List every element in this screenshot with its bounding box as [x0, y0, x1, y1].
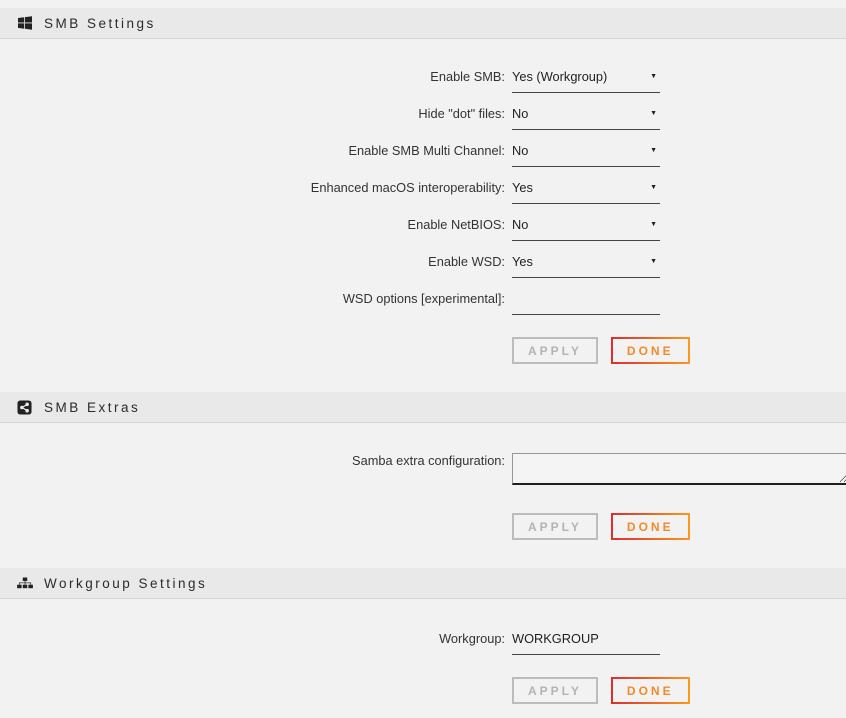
field-label: Workgroup: [0, 631, 505, 647]
field-row-wsd-options: WSD options [experimental]: [0, 291, 846, 315]
field-label: Enable WSD: [0, 254, 505, 270]
field-row-samba-extra: Samba extra configuration: [0, 453, 846, 485]
samba-extra-config-input[interactable] [512, 453, 846, 485]
done-button[interactable]: DONE [611, 513, 690, 540]
field-label: Enable SMB: [0, 69, 505, 85]
apply-button[interactable]: APPLY [512, 677, 598, 704]
chevron-down-icon: ▼ [650, 217, 660, 233]
field-label: Enable NetBIOS: [0, 217, 505, 233]
field-row-hide-dot-files: Hide "dot" files: No ▼ [0, 106, 846, 130]
wsd-select[interactable]: Yes ▼ [512, 254, 660, 278]
hide-dot-files-select[interactable]: No ▼ [512, 106, 660, 130]
chevron-down-icon: ▼ [650, 180, 660, 196]
workgroup-settings-header: Workgroup Settings [0, 568, 846, 599]
smb-extras-form: Samba extra configuration: APPLY DONE [0, 453, 846, 540]
netbios-select[interactable]: No ▼ [512, 217, 660, 241]
chevron-down-icon: ▼ [650, 254, 660, 270]
smb-settings-buttons: APPLY DONE [512, 337, 846, 364]
done-button[interactable]: DONE [611, 337, 690, 364]
field-row-netbios: Enable NetBIOS: No ▼ [0, 217, 846, 241]
chevron-down-icon: ▼ [650, 143, 660, 159]
section-title: SMB Extras [44, 400, 140, 415]
workgroup-settings-form: Workgroup: WORKGROUP APPLY DONE [0, 631, 846, 704]
workgroup-input[interactable]: WORKGROUP [512, 631, 660, 655]
workgroup-buttons: APPLY DONE [512, 677, 846, 704]
share-square-icon [17, 399, 33, 415]
field-label: Enable SMB Multi Channel: [0, 143, 505, 159]
section-title: Workgroup Settings [44, 576, 207, 591]
smb-extras-buttons: APPLY DONE [512, 513, 846, 540]
chevron-down-icon: ▼ [650, 69, 660, 85]
field-row-wsd: Enable WSD: Yes ▼ [0, 254, 846, 278]
chevron-down-icon: ▼ [650, 106, 660, 122]
done-button[interactable]: DONE [611, 677, 690, 704]
field-row-enable-smb: Enable SMB: Yes (Workgroup) ▼ [0, 69, 846, 93]
enable-smb-select[interactable]: Yes (Workgroup) ▼ [512, 69, 660, 93]
field-label: WSD options [experimental]: [0, 291, 505, 307]
windows-icon [17, 15, 33, 31]
smb-settings-form: Enable SMB: Yes (Workgroup) ▼ Hide "dot"… [0, 69, 846, 364]
smb-multi-channel-select[interactable]: No ▼ [512, 143, 660, 167]
macos-interop-select[interactable]: Yes ▼ [512, 180, 660, 204]
sitemap-icon [17, 575, 33, 591]
apply-button[interactable]: APPLY [512, 513, 598, 540]
field-row-macos-interop: Enhanced macOS interoperability: Yes ▼ [0, 180, 846, 204]
smb-extras-header: SMB Extras [0, 392, 846, 423]
smb-settings-header: SMB Settings [0, 8, 846, 39]
field-row-multi-channel: Enable SMB Multi Channel: No ▼ [0, 143, 846, 167]
section-title: SMB Settings [44, 16, 156, 31]
apply-button[interactable]: APPLY [512, 337, 598, 364]
field-label: Enhanced macOS interoperability: [0, 180, 505, 196]
field-label: Samba extra configuration: [0, 453, 505, 469]
field-label: Hide "dot" files: [0, 106, 505, 122]
wsd-options-input[interactable] [512, 291, 660, 315]
field-row-workgroup: Workgroup: WORKGROUP [0, 631, 846, 655]
